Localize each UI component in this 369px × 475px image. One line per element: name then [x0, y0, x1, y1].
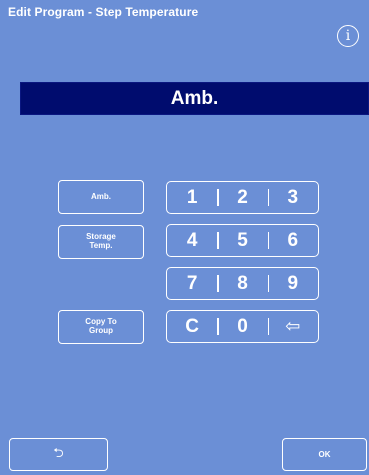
amb-button[interactable]: Amb. [58, 180, 144, 214]
storage-temp-line2: Temp. [89, 241, 113, 250]
ok-button-label: OK [318, 450, 331, 459]
ok-button[interactable]: OK [282, 438, 367, 471]
back-button[interactable]: ⮌ [9, 438, 108, 471]
keypad-row: 4 5 6 [166, 224, 319, 257]
key-5[interactable]: 5 [217, 225, 267, 256]
key-6[interactable]: 6 [267, 225, 318, 256]
key-4[interactable]: 4 [167, 225, 217, 256]
copy-to-group-line1: Copy To [85, 317, 117, 327]
key-2[interactable]: 2 [217, 182, 267, 213]
storage-temp-button[interactable]: Storage Temp. [58, 225, 144, 259]
temperature-display: Amb. [20, 82, 369, 115]
copy-to-group-line2: Group [89, 326, 113, 335]
backspace-icon[interactable]: ⇦ [267, 311, 318, 342]
return-icon: ⮌ [53, 445, 64, 461]
key-8[interactable]: 8 [217, 268, 267, 299]
storage-temp-line1: Storage [86, 232, 116, 242]
key-7[interactable]: 7 [167, 268, 217, 299]
key-1[interactable]: 1 [167, 182, 217, 213]
keypad-row: 7 8 9 [166, 267, 319, 300]
amb-button-label: Amb. [91, 191, 111, 201]
copy-to-group-button-label: Copy To Group [85, 317, 117, 336]
key-0[interactable]: 0 [217, 311, 267, 342]
storage-temp-button-label: Storage Temp. [86, 232, 116, 251]
keypad-row: 1 2 3 [166, 181, 319, 214]
screen-title: Edit Program - Step Temperature [8, 5, 199, 19]
key-9[interactable]: 9 [267, 268, 318, 299]
info-icon[interactable]: i [337, 25, 359, 47]
keypad-row: C 0 ⇦ [166, 310, 319, 343]
copy-to-group-button[interactable]: Copy To Group [58, 310, 144, 344]
temperature-value: Amb. [170, 87, 219, 109]
info-glyph: i [345, 28, 351, 44]
key-3[interactable]: 3 [267, 182, 318, 213]
key-clear[interactable]: C [167, 311, 217, 342]
